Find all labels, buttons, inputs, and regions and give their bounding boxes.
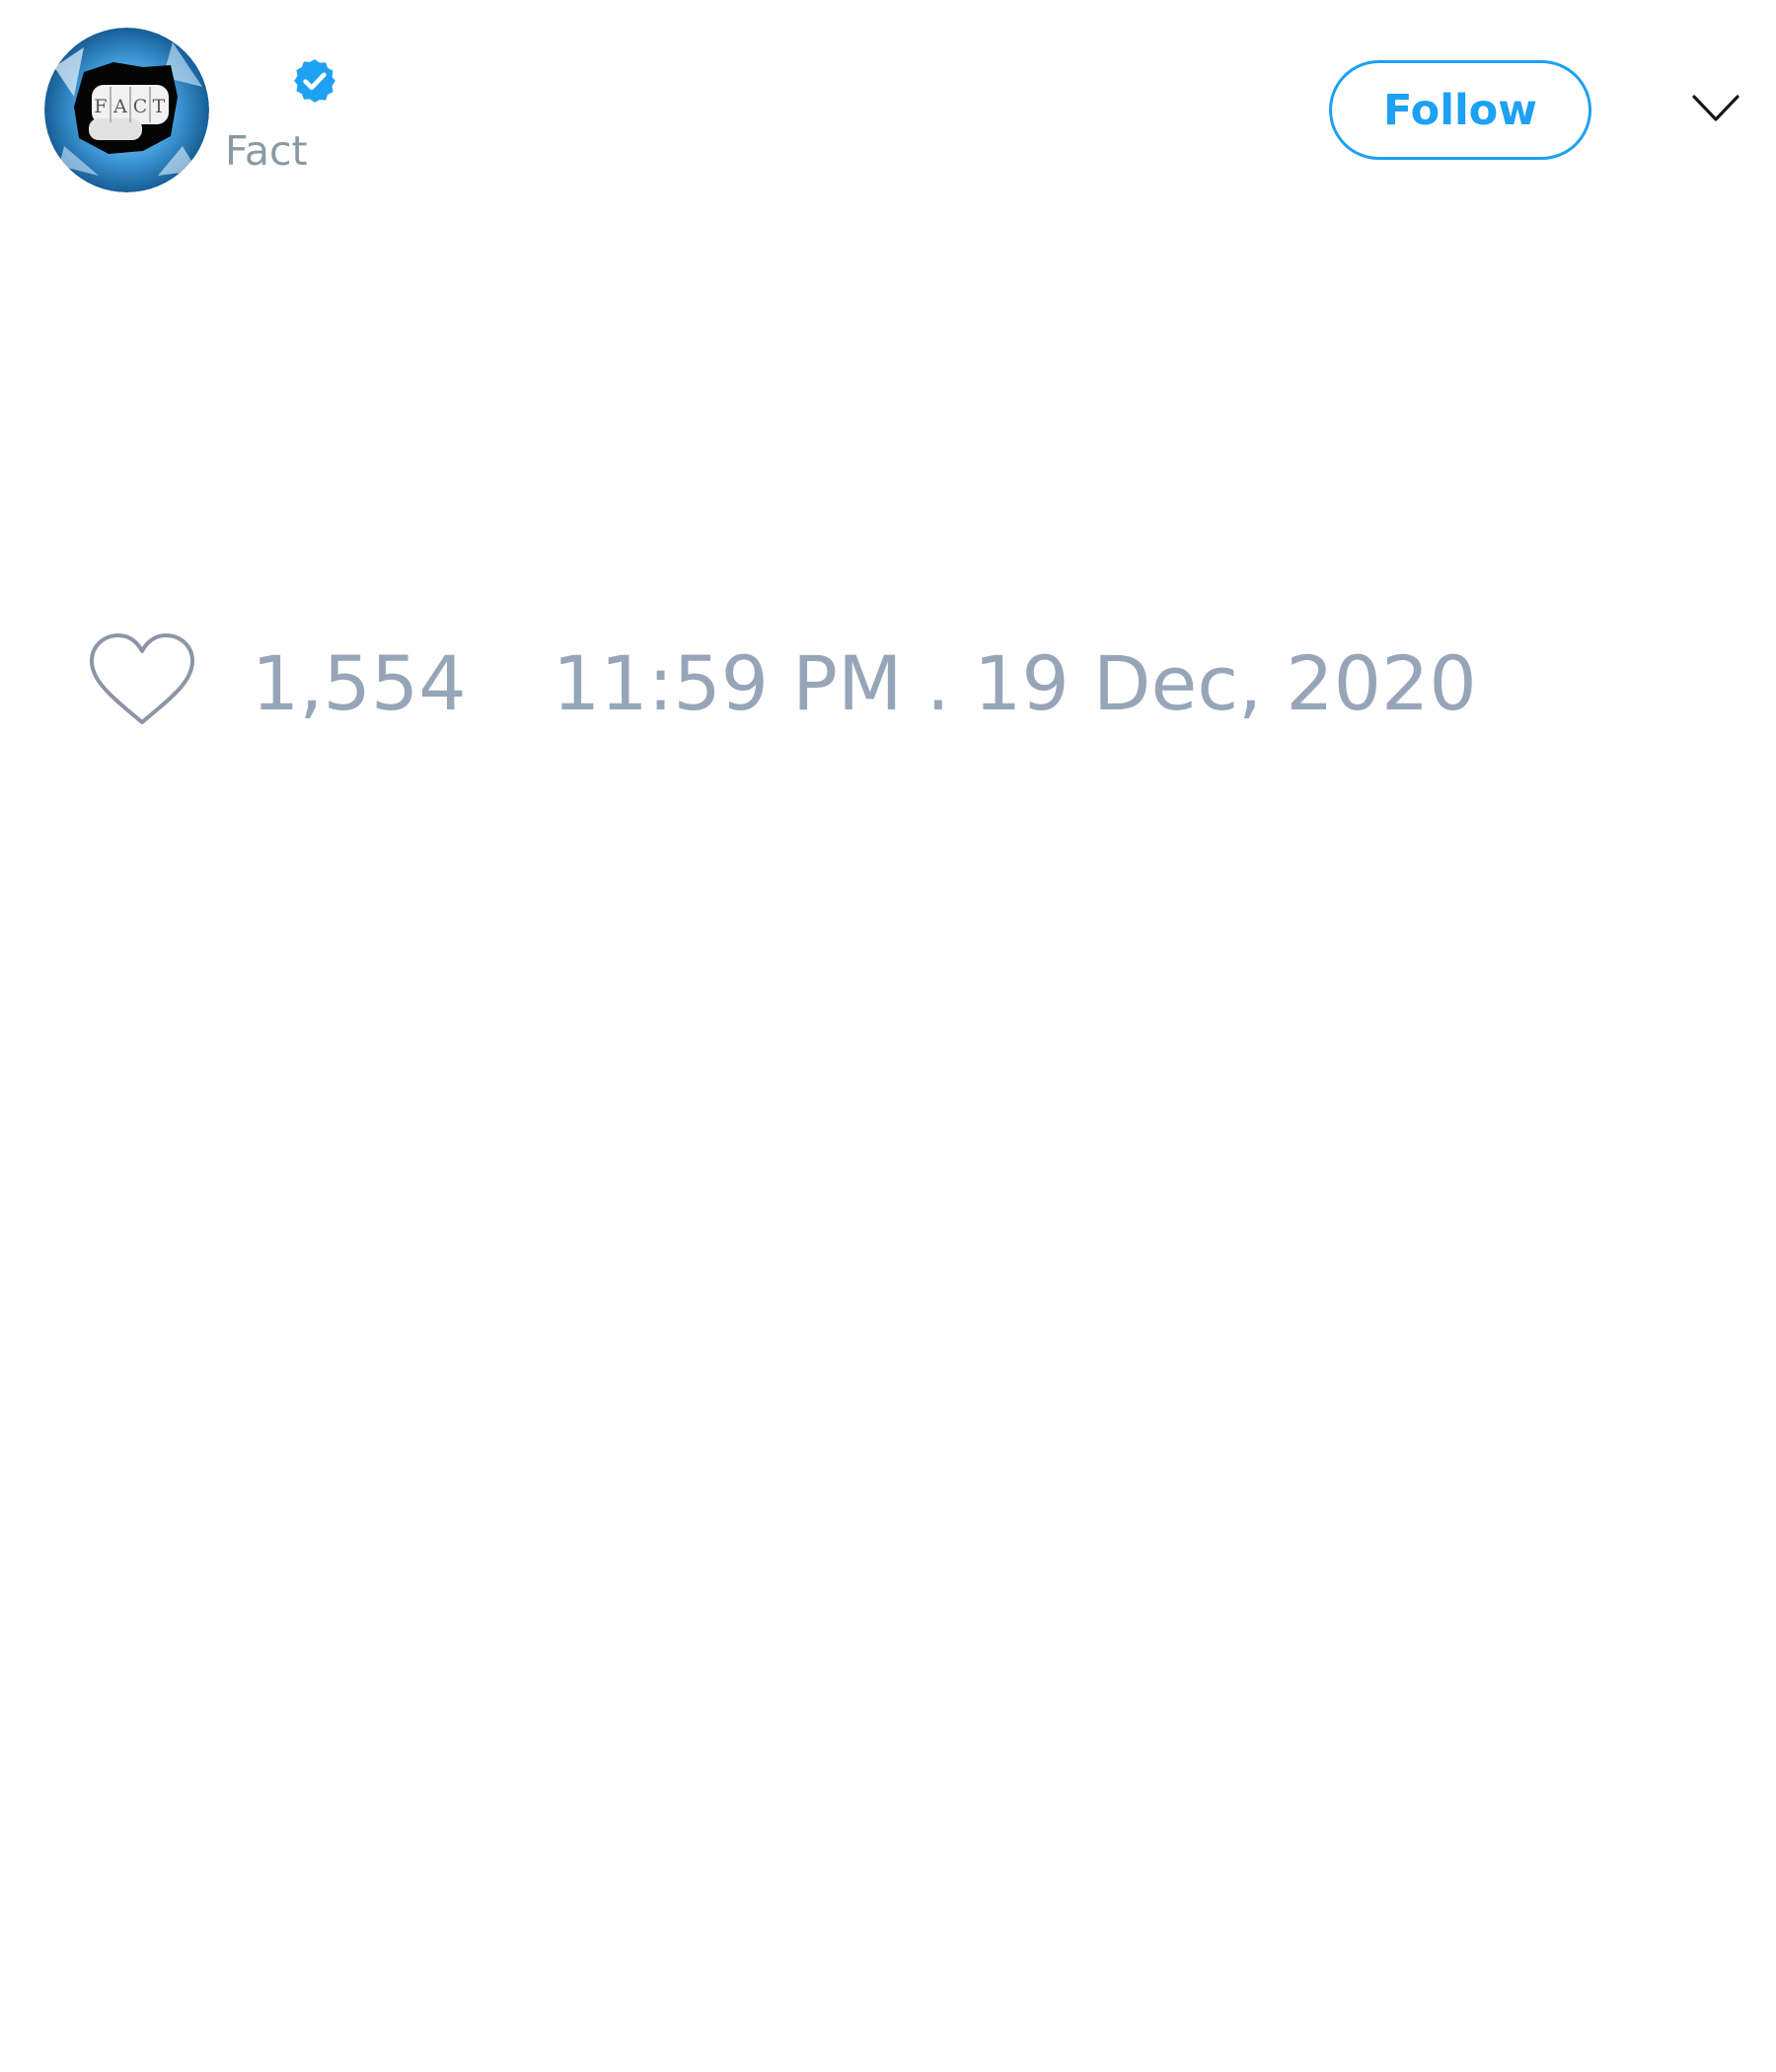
svg-text:A: A: [112, 96, 127, 117]
verified-badge-icon: [290, 56, 339, 106]
svg-text:C: C: [133, 96, 148, 117]
heart-icon: [90, 633, 194, 724]
like-button[interactable]: [87, 631, 197, 730]
chevron-down-icon[interactable]: [1691, 93, 1740, 124]
avatar[interactable]: F A C T: [44, 28, 209, 192]
svg-text:T: T: [153, 96, 166, 117]
tweet-timestamp[interactable]: 11:59 PM . 19 Dec, 2020: [553, 639, 1477, 728]
svg-text:F: F: [94, 96, 107, 117]
like-count: 1,554: [252, 639, 467, 727]
tweet-card: F A C T Fact Follow 1,554 11:59 PM . 19 …: [0, 0, 1776, 2072]
user-handle[interactable]: Fact: [225, 126, 308, 176]
fist-logo-icon: F A C T: [44, 28, 209, 192]
follow-button[interactable]: Follow: [1329, 60, 1591, 160]
